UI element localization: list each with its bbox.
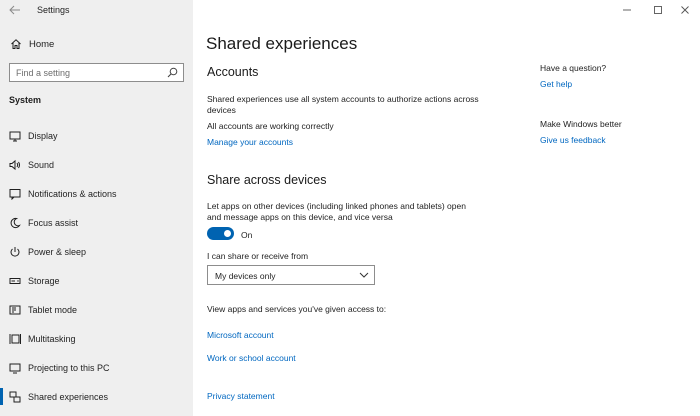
help-question-heading: Have a question? (540, 63, 607, 73)
sidebar-item-label: Sound (28, 159, 55, 170)
sidebar-item-label: Tablet mode (28, 304, 78, 315)
power-icon (8, 245, 22, 259)
sidebar-item-sound[interactable]: Sound (0, 150, 193, 179)
notifications-icon (8, 187, 22, 201)
work-school-account-link[interactable]: Work or school account (207, 353, 296, 363)
toggle-state-label: On (241, 230, 253, 240)
minimize-icon (623, 9, 631, 11)
shared-experiences-icon (8, 390, 22, 404)
sidebar-item-label: Home (29, 38, 55, 50)
share-heading: Share across devices (207, 173, 327, 187)
manage-accounts-link[interactable]: Manage your accounts (207, 137, 293, 147)
focus-assist-icon (8, 216, 22, 230)
sidebar-item-tablet-mode[interactable]: Tablet mode (0, 295, 193, 324)
sidebar-item-notifications[interactable]: Notifications & actions (0, 179, 193, 208)
share-from-label: I can share or receive from (207, 251, 309, 261)
sidebar-item-projecting[interactable]: Projecting to this PC (0, 353, 193, 382)
sidebar-item-label: Focus assist (28, 217, 79, 228)
sidebar-item-label: Multitasking (28, 333, 76, 344)
share-from-dropdown[interactable]: My devices only (207, 265, 375, 285)
share-description-line2: and message apps on this device, and vic… (207, 212, 393, 222)
access-text: View apps and services you've given acce… (207, 304, 387, 314)
sidebar-item-label: Storage (28, 275, 60, 286)
close-icon (681, 6, 689, 14)
tablet-mode-icon (8, 303, 22, 317)
accounts-description-line2: devices (207, 105, 236, 115)
sidebar-item-storage[interactable]: Storage (0, 266, 193, 295)
page-title: Shared experiences (206, 34, 358, 53)
share-toggle[interactable] (207, 227, 234, 240)
toggle-knob (224, 230, 231, 237)
display-icon (8, 129, 22, 143)
sidebar-item-shared-experiences[interactable]: Shared experiences (0, 382, 193, 411)
share-description-line1: Let apps on other devices (including lin… (207, 201, 466, 211)
multitasking-icon (8, 332, 22, 346)
sidebar-item-label: Projecting to this PC (28, 362, 110, 373)
dropdown-value: My devices only (215, 271, 276, 281)
sidebar-item-label: Notifications & actions (28, 188, 117, 199)
accounts-heading: Accounts (207, 65, 259, 79)
back-button[interactable] (6, 3, 24, 17)
privacy-statement-link[interactable]: Privacy statement (207, 391, 275, 401)
close-button[interactable] (670, 2, 700, 18)
sidebar-item-focus-assist[interactable]: Focus assist (0, 208, 193, 237)
sidebar-item-label: Shared experiences (28, 391, 109, 402)
maximize-icon (654, 6, 662, 14)
search-icon[interactable] (167, 67, 178, 78)
chevron-down-icon (359, 272, 369, 278)
sidebar-item-label: Display (28, 130, 58, 141)
sidebar-item-power-sleep[interactable]: Power & sleep (0, 237, 193, 266)
give-feedback-link[interactable]: Give us feedback (540, 135, 606, 145)
maximize-button[interactable] (643, 2, 673, 18)
home-icon (9, 37, 23, 51)
sidebar-item-home[interactable]: Home (0, 34, 193, 54)
sidebar-item-display[interactable]: Display (0, 121, 193, 150)
projecting-icon (8, 361, 22, 375)
sidebar-nav: Display Sound Notifications & actions Fo… (0, 121, 193, 411)
search-placeholder: Find a setting (16, 68, 71, 78)
accounts-description-line1: Shared experiences use all system accoun… (207, 94, 479, 104)
get-help-link[interactable]: Get help (540, 79, 572, 89)
app-title: Settings (37, 5, 70, 15)
help-better-heading: Make Windows better (540, 119, 622, 129)
sidebar-item-multitasking[interactable]: Multitasking (0, 324, 193, 353)
section-title: System (9, 95, 42, 105)
accounts-status: All accounts are working correctly (207, 121, 334, 131)
sidebar: Settings Home Find a setting System Disp… (0, 0, 193, 416)
minimize-button[interactable] (612, 2, 642, 18)
back-arrow-icon (9, 5, 20, 15)
storage-icon (8, 274, 22, 288)
sidebar-item-label: Power & sleep (28, 246, 87, 257)
search-input[interactable]: Find a setting (9, 63, 184, 82)
microsoft-account-link[interactable]: Microsoft account (207, 330, 274, 340)
sound-icon (8, 158, 22, 172)
title-bar: Settings (0, 0, 193, 22)
